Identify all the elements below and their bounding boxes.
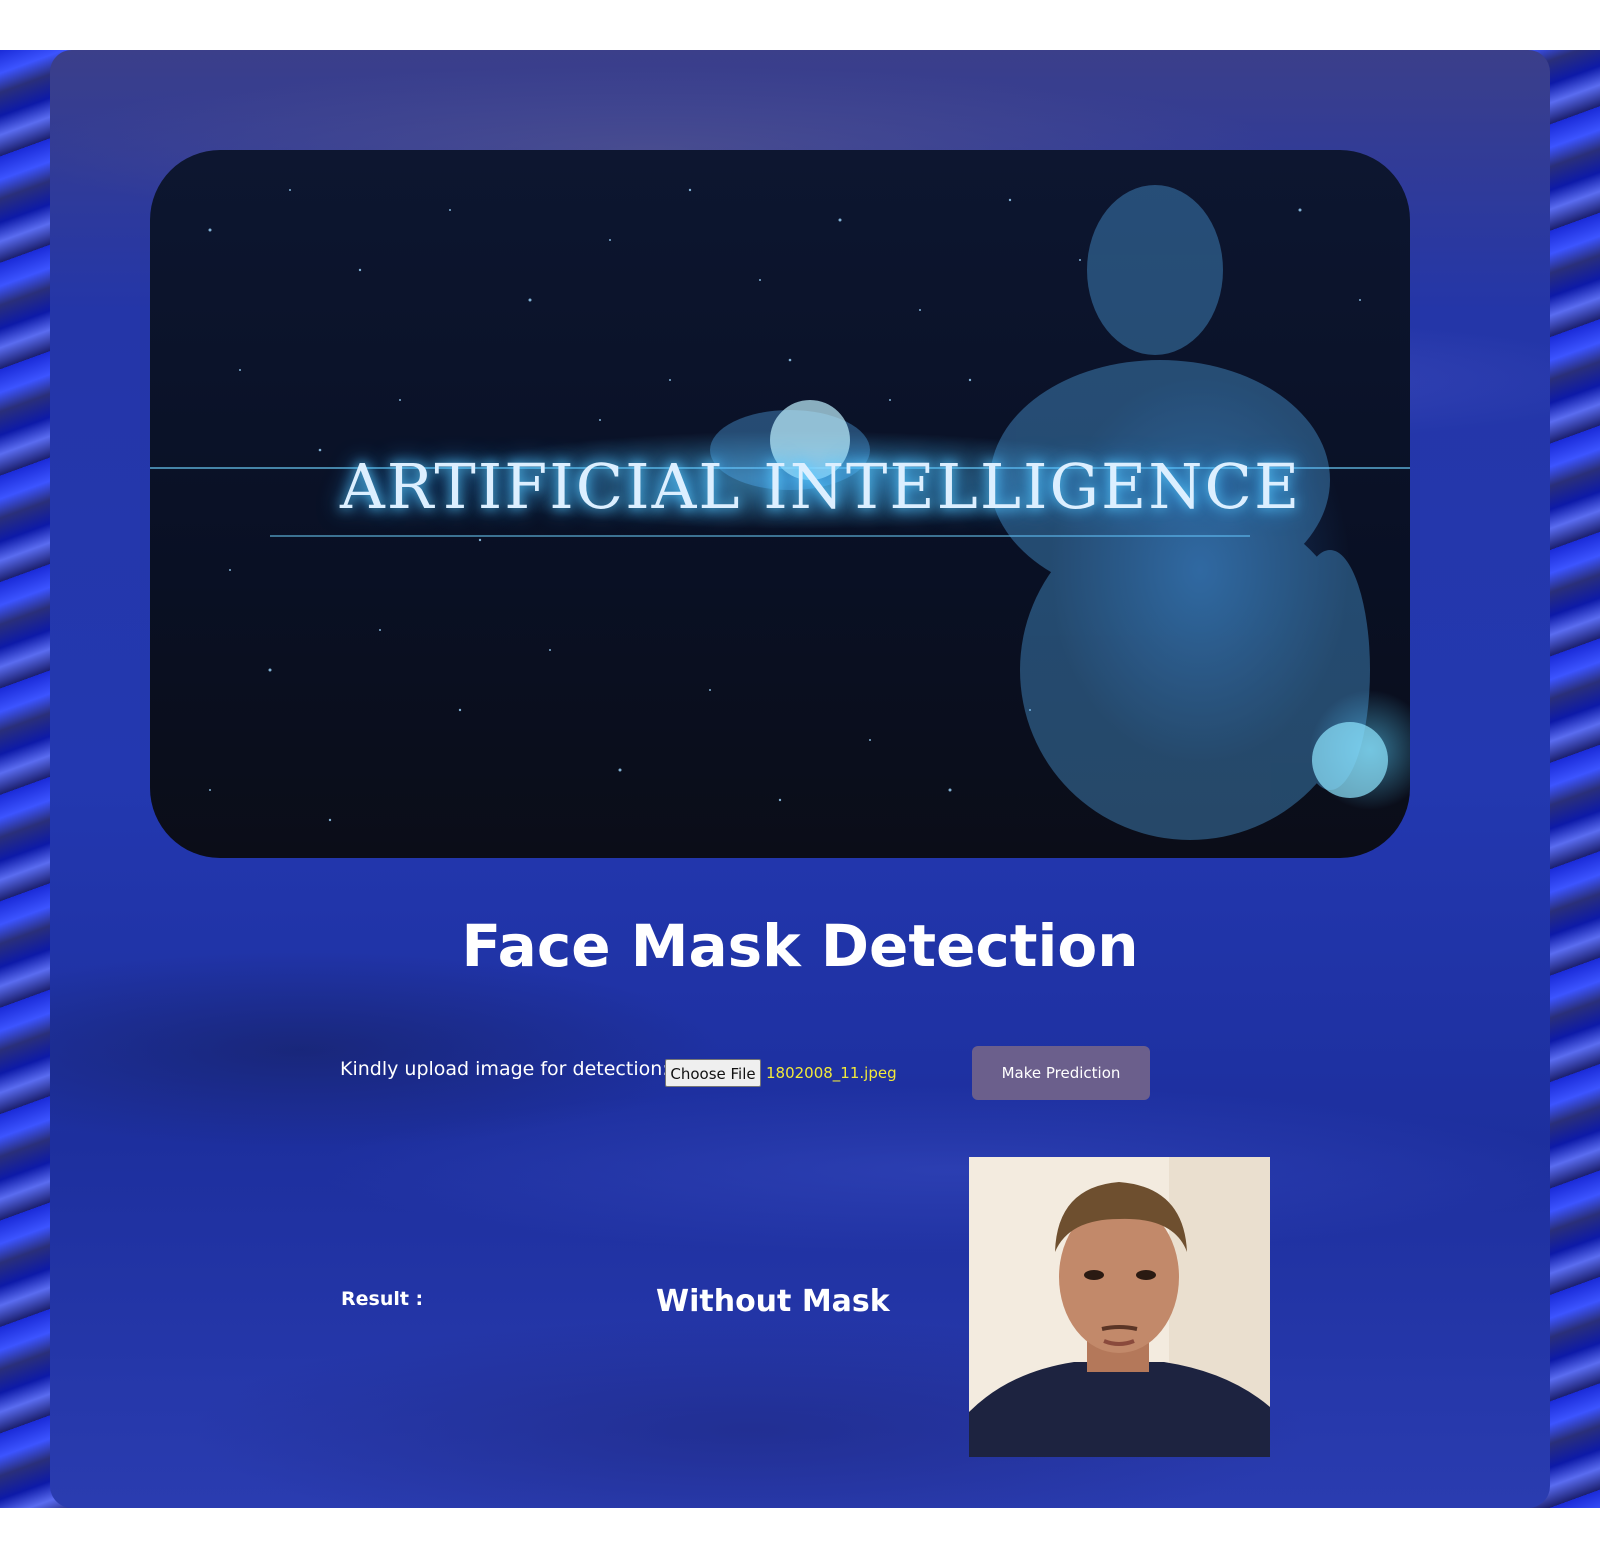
result-value: Without Mask [656, 1284, 890, 1319]
result-label: Result : [341, 1288, 424, 1310]
choose-file-button[interactable]: Choose File [665, 1059, 761, 1087]
person-photo-graphic [969, 1157, 1270, 1457]
page-title: Face Mask Detection [461, 912, 1139, 980]
hero-banner-text: ARTIFICIAL INTELLIGENCE [340, 450, 1302, 523]
make-prediction-button[interactable]: Make Prediction [972, 1046, 1150, 1100]
hero-banner: ARTIFICIAL INTELLIGENCE [150, 150, 1410, 858]
upload-label: Kindly upload image for detection: [340, 1058, 669, 1080]
uploaded-photo [969, 1157, 1270, 1457]
selected-file-name: 1802008_11.jpeg [766, 1064, 897, 1082]
